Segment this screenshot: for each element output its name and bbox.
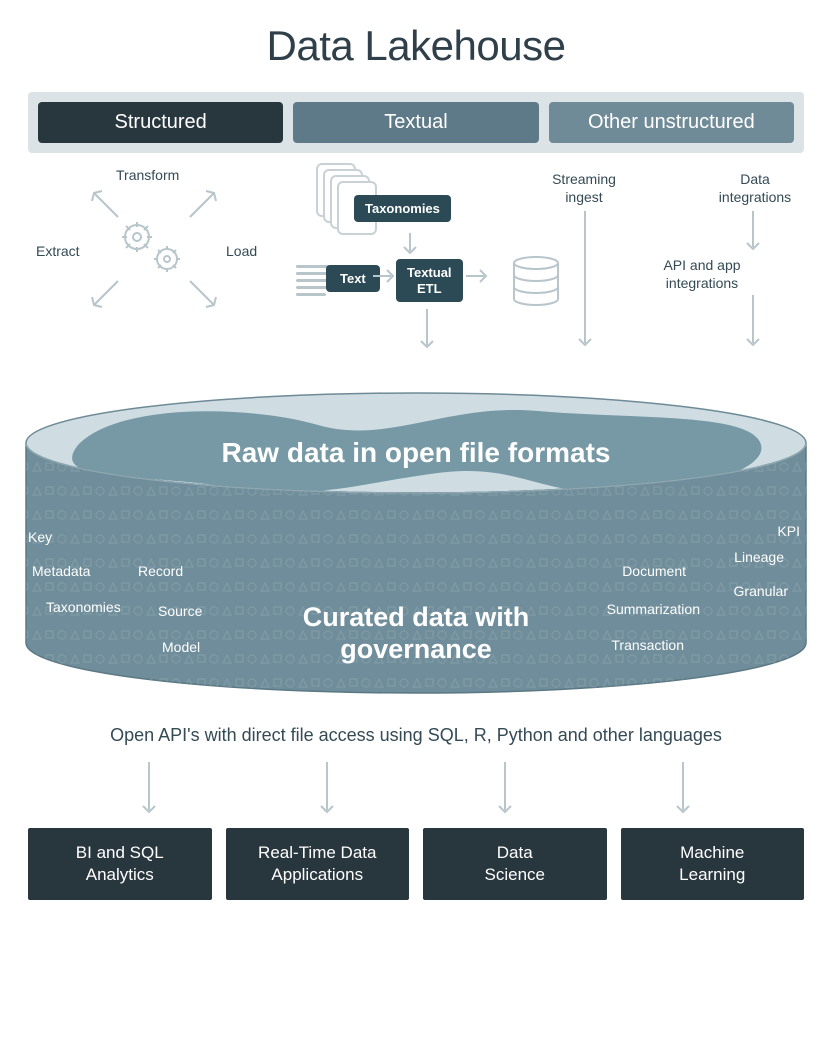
side-label-lineage: Lineage	[734, 549, 784, 565]
output-realtime-apps: Real-Time Data Applications	[226, 828, 410, 900]
category-textual: Textual	[293, 102, 538, 143]
label-raw-data: Raw data in open file formats	[18, 437, 814, 469]
label-data-integrations: Data integrations	[700, 171, 810, 206]
side-label-transaction: Transaction	[611, 637, 684, 653]
arrow-up-left-icon	[88, 187, 122, 221]
arrow-down-icon	[140, 760, 158, 816]
arrow-down-icon	[744, 209, 762, 253]
category-row: Structured Textual Other unstructured	[28, 92, 804, 153]
arrow-down-icon	[418, 307, 436, 351]
arrow-down-right-icon	[186, 277, 220, 311]
output-data-science: Data Science	[423, 828, 607, 900]
side-label-key: Key	[28, 529, 52, 545]
chip-taxonomies: Taxonomies	[354, 195, 451, 222]
arrow-down-icon	[318, 760, 336, 816]
arrow-right-icon	[371, 267, 397, 285]
label-transform: Transform	[116, 167, 179, 183]
side-label-model: Model	[162, 639, 200, 655]
api-text: Open API's with direct file access using…	[30, 725, 802, 746]
output-bi-analytics: BI and SQL Analytics	[28, 828, 212, 900]
arrow-down-icon	[496, 760, 514, 816]
arrow-up-right-icon	[186, 187, 220, 221]
chip-textual-etl: Textual ETL	[396, 259, 463, 302]
gears-icon	[113, 217, 193, 282]
side-label-source: Source	[158, 603, 202, 619]
lakehouse-cylinder: Raw data in open file formats Curated da…	[18, 383, 814, 703]
arrow-down-left-icon	[88, 277, 122, 311]
label-load: Load	[226, 243, 257, 259]
output-machine-learning: Machine Learning	[621, 828, 805, 900]
arrow-down-icon	[576, 209, 594, 349]
middle-section: Transform Extract Load	[28, 165, 804, 375]
arrow-down-icon	[744, 293, 762, 349]
label-extract: Extract	[36, 243, 80, 259]
side-label-record: Record	[138, 563, 183, 579]
side-label-taxonomies: Taxonomies	[46, 599, 121, 615]
textual-block: Taxonomies Text Textual ETL	[306, 165, 556, 365]
page-title: Data Lakehouse	[0, 22, 832, 70]
ingest-block: Streaming ingest Data integrations API a…	[534, 165, 804, 365]
label-streaming-ingest: Streaming ingest	[534, 171, 634, 206]
side-label-metadata: Metadata	[32, 563, 90, 579]
side-label-kpi: KPI	[777, 523, 800, 539]
structured-etl-block: Transform Extract Load	[38, 165, 273, 335]
diagram: Data Lakehouse Structured Textual Other …	[0, 22, 832, 1046]
side-label-granular: Granular	[734, 583, 788, 599]
category-other-unstructured: Other unstructured	[549, 102, 794, 143]
output-row: BI and SQL Analytics Real-Time Data Appl…	[28, 828, 804, 900]
arrow-down-icon	[674, 760, 692, 816]
output-arrows	[60, 760, 772, 816]
side-label-summarization: Summarization	[607, 601, 700, 617]
arrow-right-icon	[464, 267, 490, 285]
side-label-document: Document	[622, 563, 686, 579]
arrow-down-icon	[401, 231, 419, 257]
category-structured: Structured	[38, 102, 283, 143]
label-api-app-integrations: API and app integrations	[642, 257, 762, 292]
